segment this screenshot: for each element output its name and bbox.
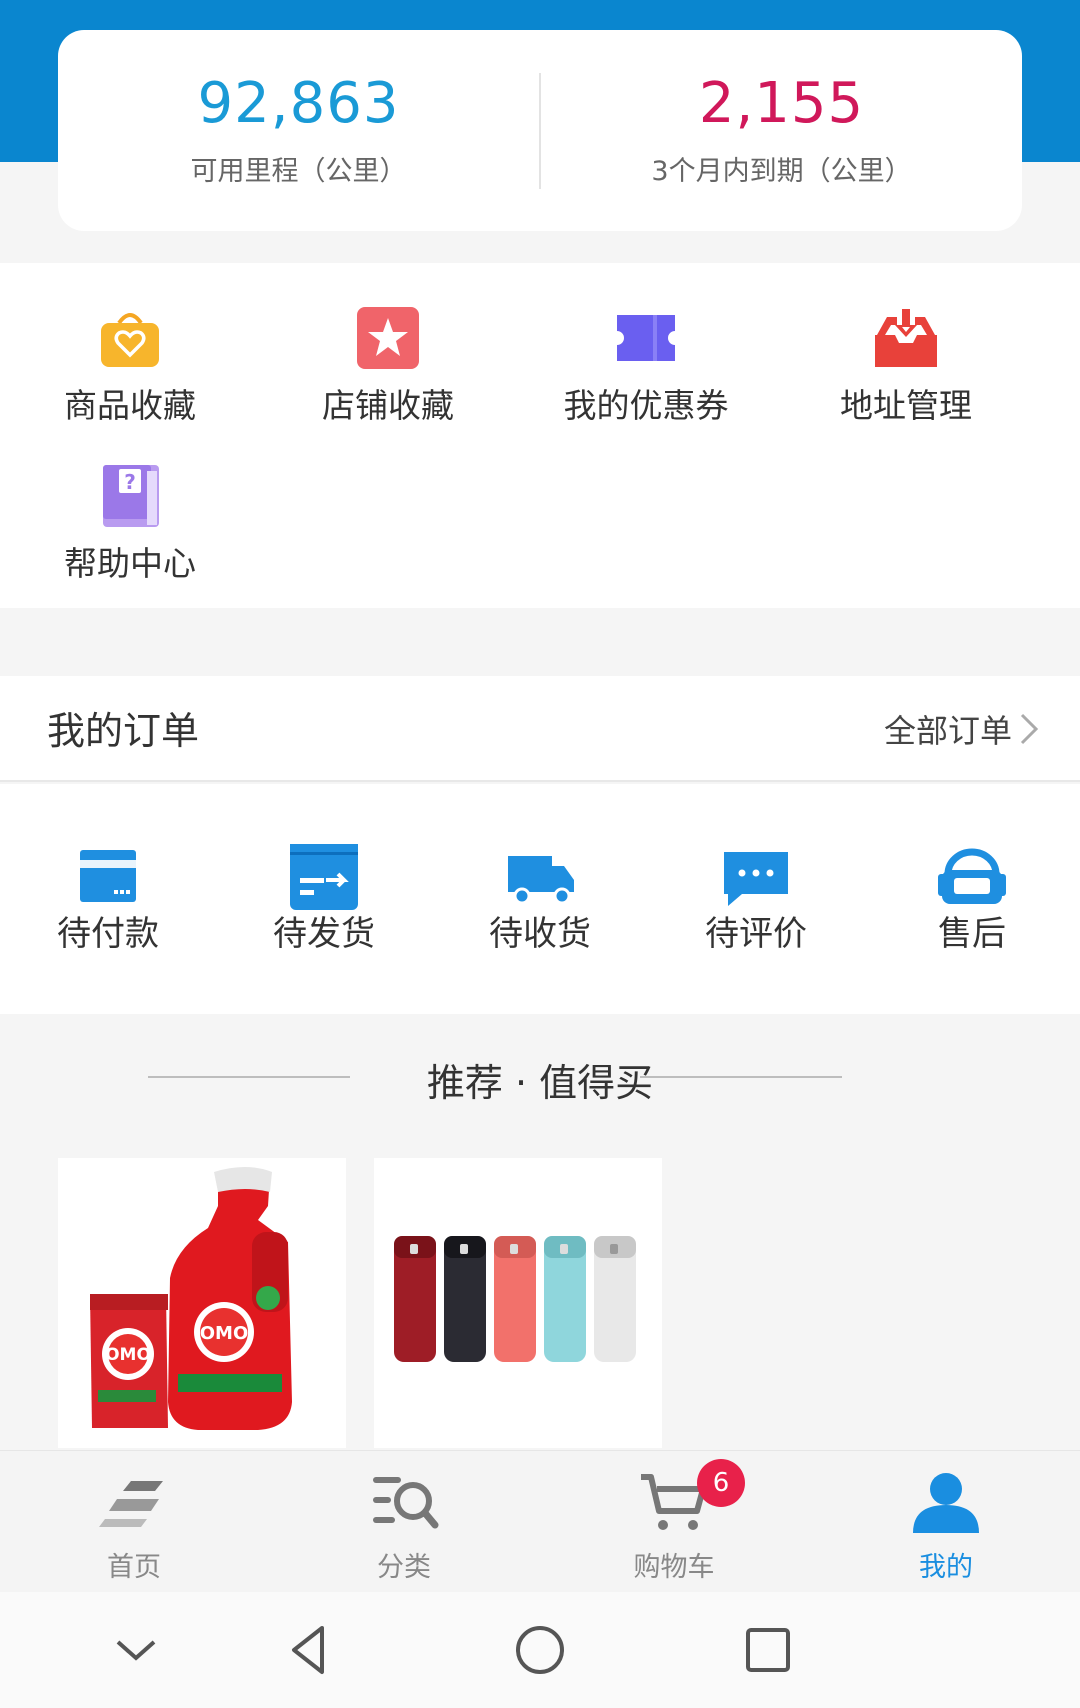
- product-image-thermos-bottles: [374, 1158, 662, 1448]
- coupon-ticket-icon: [613, 305, 679, 371]
- tool-label: 商品收藏: [64, 386, 196, 425]
- card-payment-icon: [70, 844, 146, 910]
- recent-apps-icon[interactable]: [738, 1620, 798, 1680]
- star-shop-icon: [355, 305, 421, 371]
- tool-label: 店铺收藏: [322, 386, 454, 425]
- truck-icon: [502, 844, 578, 910]
- order-status-pending-review[interactable]: 待评价: [648, 844, 864, 955]
- cart-icon: 6: [637, 1459, 745, 1533]
- chat-bubble-icon: [718, 844, 794, 910]
- expiring-mileage-label: 3个月内到期（公里）: [651, 155, 912, 187]
- expiring-mileage-value: 2,155: [698, 71, 865, 137]
- chevron-down-icon[interactable]: [106, 1620, 166, 1680]
- tab-cart[interactable]: 6 购物车: [574, 1459, 774, 1584]
- available-mileage-value: 92,863: [197, 71, 400, 137]
- order-status-pending-shipment[interactable]: 待发货: [216, 838, 432, 955]
- svg-text:OMO: OMO: [200, 1323, 249, 1344]
- orders-title: 我的订单: [47, 709, 200, 753]
- bottom-tab-bar: 首页 分类 6 购物车 我的: [0, 1450, 1080, 1592]
- tab-home[interactable]: 首页: [34, 1471, 234, 1584]
- tab-label: 首页: [107, 1552, 161, 1583]
- order-status-label: 售后: [938, 914, 1006, 954]
- shopping-bag-heart-icon: [97, 305, 163, 371]
- product-brand-text: OMO: [105, 1345, 151, 1365]
- order-status-label: 待评价: [705, 914, 807, 954]
- tool-shop-favorites[interactable]: 店铺收藏: [258, 305, 518, 427]
- tool-label: 地址管理: [840, 386, 972, 425]
- category-search-icon: [367, 1471, 441, 1533]
- all-orders-label: 全部订单: [883, 712, 1012, 750]
- order-status-label: 待收货: [489, 914, 591, 954]
- tool-label: 我的优惠券: [563, 386, 729, 425]
- tab-label: 分类: [377, 1552, 431, 1583]
- tool-my-coupons[interactable]: 我的优惠券: [516, 305, 776, 427]
- help-book-icon: ?: [97, 463, 163, 529]
- available-mileage[interactable]: 92,863 可用里程（公里）: [58, 73, 539, 188]
- order-status-after-sale[interactable]: 售后: [864, 844, 1080, 955]
- tools-grid: 商品收藏 店铺收藏 我的优惠券 地址管理 ? 帮助中心: [0, 263, 1080, 608]
- order-status-label: 待付款: [57, 914, 159, 954]
- expiring-mileage[interactable]: 2,155 3个月内到期（公里）: [541, 73, 1022, 188]
- home-stripes-icon: [97, 1471, 171, 1533]
- recommend-title: 推荐 · 值得买: [426, 1061, 654, 1105]
- all-orders-link[interactable]: 全部订单: [884, 706, 1040, 752]
- order-status-row: 待付款 待发货 待收货 待评价 售后: [0, 784, 1080, 1014]
- product-image-detergent: OMO OMO: [58, 1158, 346, 1448]
- product-card[interactable]: OMO OMO: [58, 1158, 346, 1448]
- address-inbox-icon: [873, 305, 939, 371]
- tool-address-management[interactable]: 地址管理: [776, 305, 1036, 427]
- product-card[interactable]: [374, 1158, 662, 1448]
- tool-product-favorites[interactable]: 商品收藏: [0, 305, 260, 427]
- order-status-pending-payment[interactable]: 待付款: [0, 844, 216, 955]
- box-shipping-icon: [286, 838, 362, 910]
- divider-line-right: [640, 1076, 842, 1078]
- order-status-label: 待发货: [273, 914, 375, 954]
- home-circle-icon[interactable]: [510, 1620, 570, 1680]
- after-sale-icon: [934, 844, 1010, 910]
- tool-help-center[interactable]: ? 帮助中心: [0, 463, 260, 585]
- tab-label: 购物车: [633, 1552, 715, 1583]
- tab-mine[interactable]: 我的: [846, 1471, 1046, 1584]
- order-status-pending-receipt[interactable]: 待收货: [432, 844, 648, 955]
- mileage-card: 92,863 可用里程（公里） 2,155 3个月内到期（公里）: [58, 30, 1022, 231]
- chevron-right-icon: [1020, 713, 1039, 745]
- tool-label: 帮助中心: [64, 544, 196, 583]
- back-icon[interactable]: [280, 1620, 340, 1680]
- cart-badge: 6: [697, 1459, 745, 1507]
- available-mileage-label: 可用里程（公里）: [190, 155, 407, 187]
- orders-header: 我的订单 全部订单: [0, 676, 1080, 782]
- tab-category[interactable]: 分类: [304, 1471, 504, 1584]
- svg-text:?: ?: [124, 470, 136, 494]
- tab-label: 我的: [919, 1552, 973, 1583]
- system-nav-bar: [0, 1592, 1080, 1708]
- user-icon: [909, 1471, 983, 1533]
